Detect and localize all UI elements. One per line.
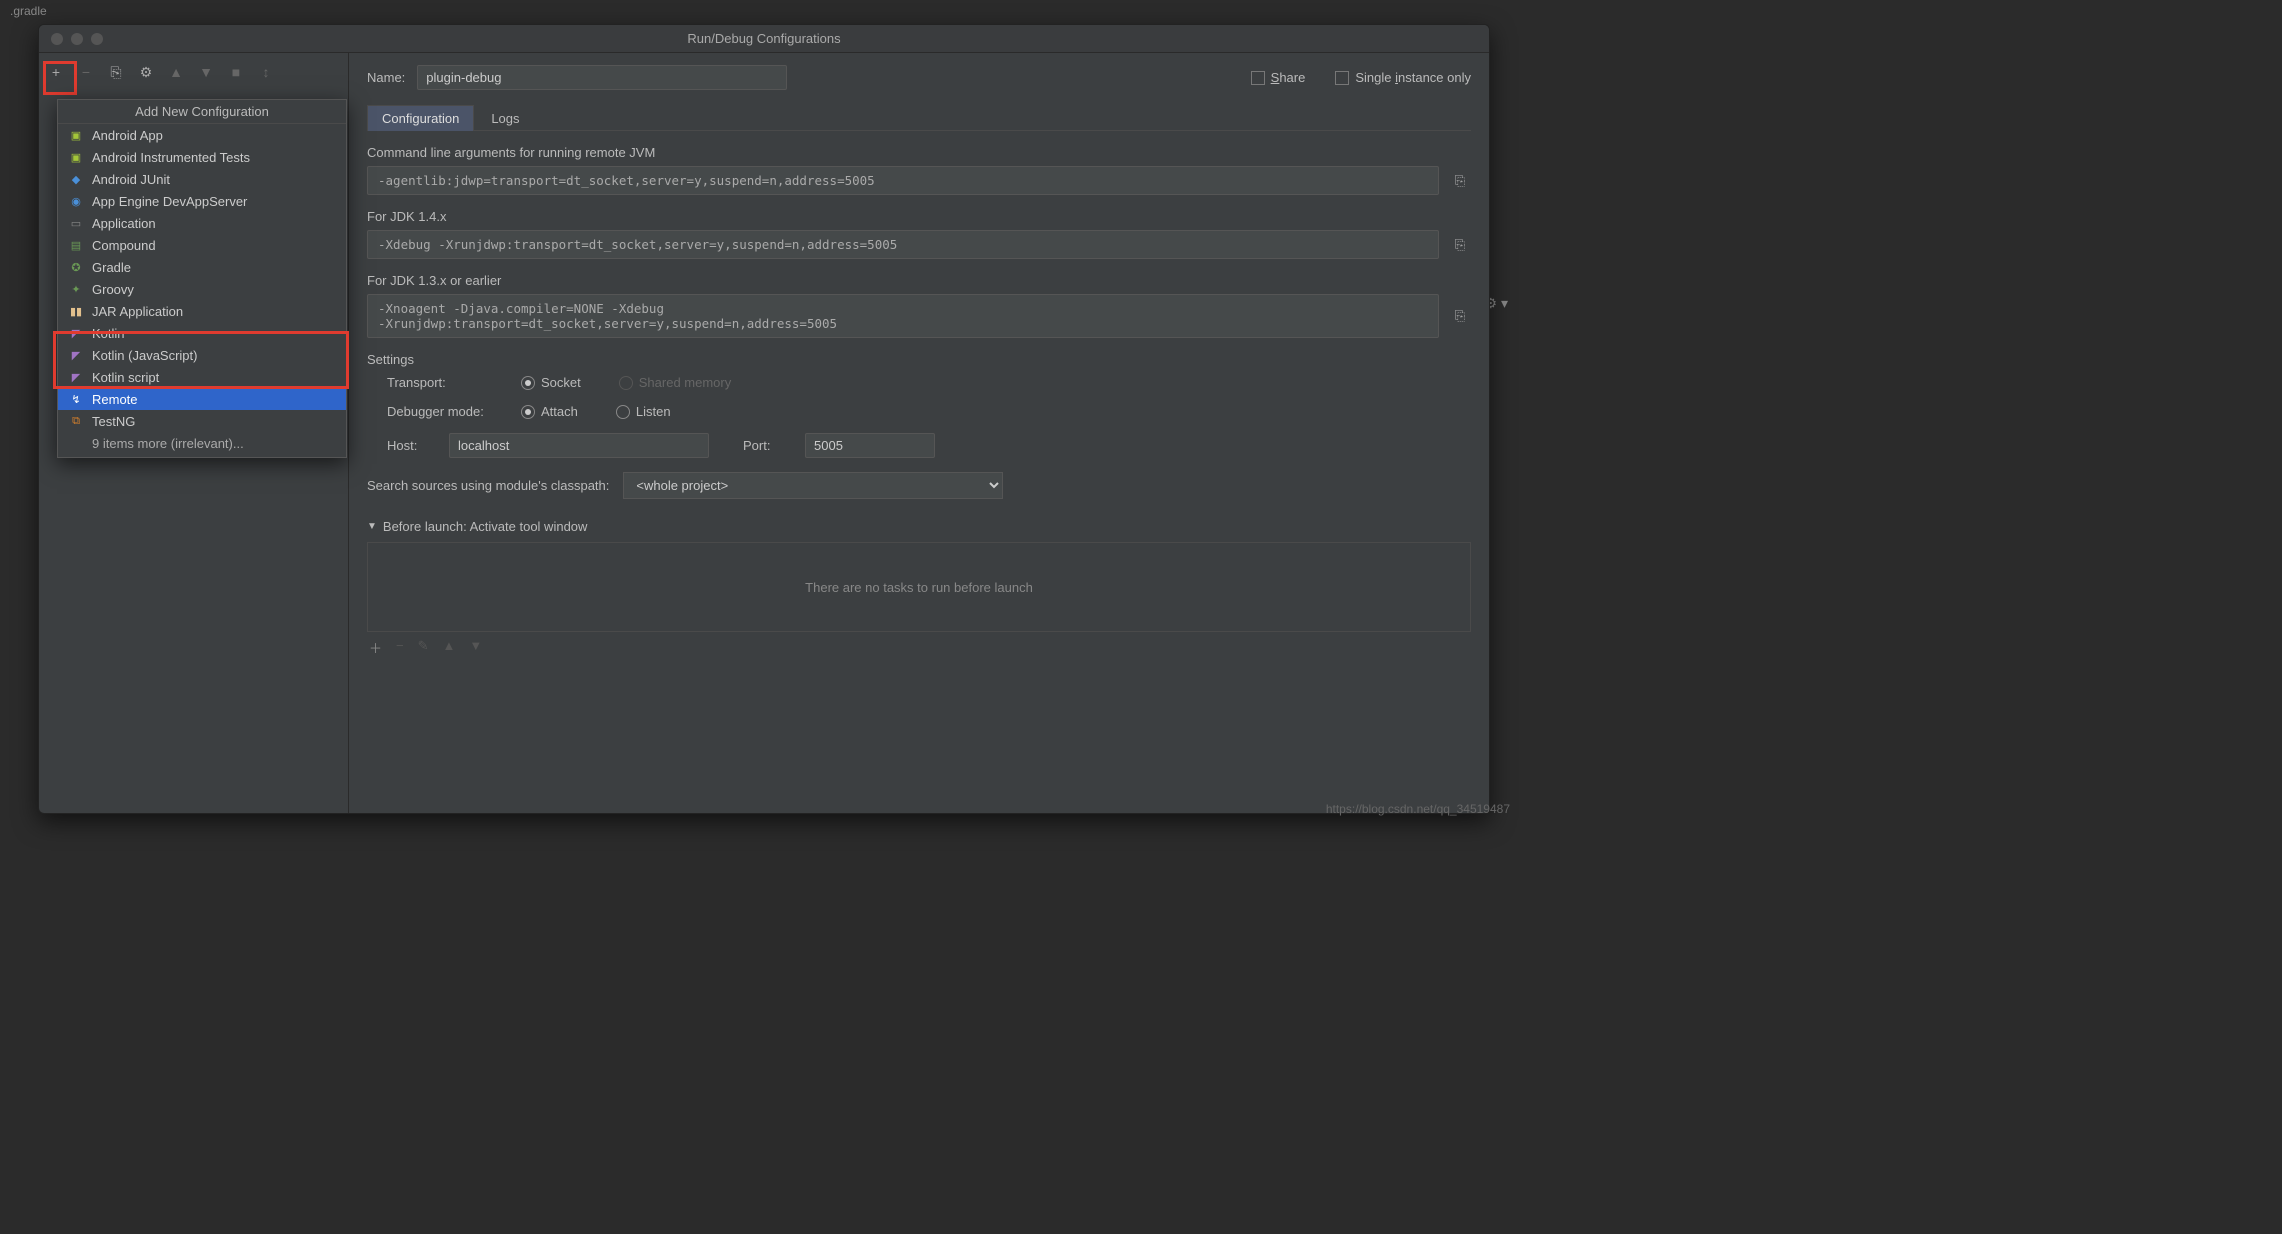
window-controls[interactable] (39, 33, 103, 45)
copy-icon[interactable]: ⎘ (107, 64, 125, 81)
cmd-field-2[interactable]: -Xdebug -Xrunjdwp:transport=dt_socket,se… (367, 230, 1439, 259)
popup-item-compound[interactable]: ▤Compound (58, 234, 346, 256)
tab-logs[interactable]: Logs (476, 105, 534, 131)
popup-item-android-app[interactable]: ▣Android App (58, 124, 346, 146)
appengine-icon: ◉ (68, 193, 84, 209)
background-tab: .gradle (0, 0, 57, 22)
testng-icon: ⧉ (68, 413, 84, 429)
cmd-field-3[interactable]: -Xnoagent -Djava.compiler=NONE -Xdebug -… (367, 294, 1439, 338)
popup-item-testng[interactable]: ⧉TestNG (58, 410, 346, 432)
remote-icon: ↯ (68, 391, 84, 407)
settings-heading: Settings (367, 352, 1471, 367)
port-input[interactable] (805, 433, 935, 458)
before-launch-toggle[interactable]: ▼ Before launch: Activate tool window (367, 519, 1471, 534)
debugger-listen-radio[interactable]: Listen (616, 404, 671, 419)
transport-socket-radio[interactable]: Socket (521, 375, 581, 390)
up-task-icon[interactable]: ▲ (443, 638, 456, 657)
host-input[interactable] (449, 433, 709, 458)
popup-item-gradle[interactable]: ✪Gradle (58, 256, 346, 278)
settings-icon[interactable]: ⚙ (137, 64, 155, 81)
add-configuration-popup: Add New Configuration ▣Android App ▣Andr… (57, 99, 347, 458)
tab-configuration[interactable]: Configuration (367, 105, 474, 131)
popup-header: Add New Configuration (58, 100, 346, 124)
popup-item-android-junit[interactable]: ◆Android JUnit (58, 168, 346, 190)
dialog-title: Run/Debug Configurations (39, 31, 1489, 46)
chevron-down-icon: ▼ (367, 521, 377, 532)
config-toolbar: + − ⎘ ⚙ ▲ ▼ ■ ↕ (39, 53, 348, 91)
popup-item-kotlin-script[interactable]: ◤Kotlin script (58, 366, 346, 388)
before-launch-list: There are no tasks to run before launch (367, 542, 1471, 632)
debugger-mode-label: Debugger mode: (387, 404, 507, 419)
remove-icon[interactable]: − (77, 64, 95, 80)
cmd-heading-1: Command line arguments for running remot… (367, 145, 1471, 160)
junit-icon: ◆ (68, 171, 84, 187)
sort-icon[interactable]: ↕ (257, 64, 275, 80)
host-label: Host: (387, 438, 435, 453)
down-task-icon[interactable]: ▼ (469, 638, 482, 657)
popup-item-android-instrumented-tests[interactable]: ▣Android Instrumented Tests (58, 146, 346, 168)
jar-icon: ▮▮ (68, 303, 84, 319)
popup-item-kotlin[interactable]: ◤Kotlin (58, 322, 346, 344)
kotlin-icon: ◤ (68, 369, 84, 385)
popup-item-kotlin-js[interactable]: ◤Kotlin (JavaScript) (58, 344, 346, 366)
add-icon[interactable]: + (47, 64, 65, 80)
android-icon: ▣ (68, 149, 84, 165)
debugger-attach-radio[interactable]: Attach (521, 404, 578, 419)
gradle-icon: ✪ (68, 259, 84, 275)
add-task-icon[interactable]: ＋ (369, 638, 382, 657)
search-sources-select[interactable]: <whole project> (623, 472, 1003, 499)
groovy-icon: ✦ (68, 281, 84, 297)
remove-task-icon[interactable]: − (396, 638, 404, 657)
cmd-field-1[interactable]: -agentlib:jdwp=transport=dt_socket,serve… (367, 166, 1439, 195)
folder-icon[interactable]: ■ (227, 64, 245, 80)
cmd-heading-3: For JDK 1.3.x or earlier (367, 273, 1471, 288)
popup-item-groovy[interactable]: ✦Groovy (58, 278, 346, 300)
left-panel: + − ⎘ ⚙ ▲ ▼ ■ ↕ Add New Configuration ▣A… (39, 53, 349, 813)
popup-item-app-engine[interactable]: ◉App Engine DevAppServer (58, 190, 346, 212)
before-launch-empty: There are no tasks to run before launch (805, 580, 1033, 595)
cmd-heading-2: For JDK 1.4.x (367, 209, 1471, 224)
kotlin-icon: ◤ (68, 325, 84, 341)
down-icon[interactable]: ▼ (197, 64, 215, 80)
popup-item-remote[interactable]: ↯Remote (58, 388, 346, 410)
single-instance-checkbox[interactable]: Single instance only (1335, 70, 1471, 85)
dialog-titlebar: Run/Debug Configurations (39, 25, 1489, 53)
name-input[interactable] (417, 65, 787, 90)
share-checkbox[interactable]: Share (1251, 70, 1306, 85)
watermark: https://blog.csdn.net/qq_34519487 (1326, 802, 1510, 816)
application-icon: ▭ (68, 215, 84, 231)
copy-icon[interactable]: ⎘ (1449, 170, 1471, 192)
name-label: Name: (367, 70, 405, 85)
popup-more[interactable]: 9 items more (irrelevant)... (58, 432, 346, 457)
popup-item-jar[interactable]: ▮▮JAR Application (58, 300, 346, 322)
up-icon[interactable]: ▲ (167, 64, 185, 80)
config-tabs: Configuration Logs (367, 104, 1471, 131)
popup-item-application[interactable]: ▭Application (58, 212, 346, 234)
copy-icon[interactable]: ⎘ (1449, 305, 1471, 327)
copy-icon[interactable]: ⎘ (1449, 234, 1471, 256)
transport-shared-radio: Shared memory (619, 375, 731, 390)
right-panel: Name: Share Single instance only Configu… (349, 53, 1489, 813)
edit-task-icon[interactable]: ✎ (418, 638, 429, 657)
search-sources-label: Search sources using module's classpath: (367, 478, 609, 493)
port-label: Port: (743, 438, 791, 453)
transport-label: Transport: (387, 375, 507, 390)
compound-icon: ▤ (68, 237, 84, 253)
run-debug-configurations-dialog: Run/Debug Configurations + − ⎘ ⚙ ▲ ▼ ■ ↕… (38, 24, 1490, 814)
kotlin-icon: ◤ (68, 347, 84, 363)
android-icon: ▣ (68, 127, 84, 143)
before-launch-toolbar: ＋ − ✎ ▲ ▼ (367, 632, 1471, 663)
